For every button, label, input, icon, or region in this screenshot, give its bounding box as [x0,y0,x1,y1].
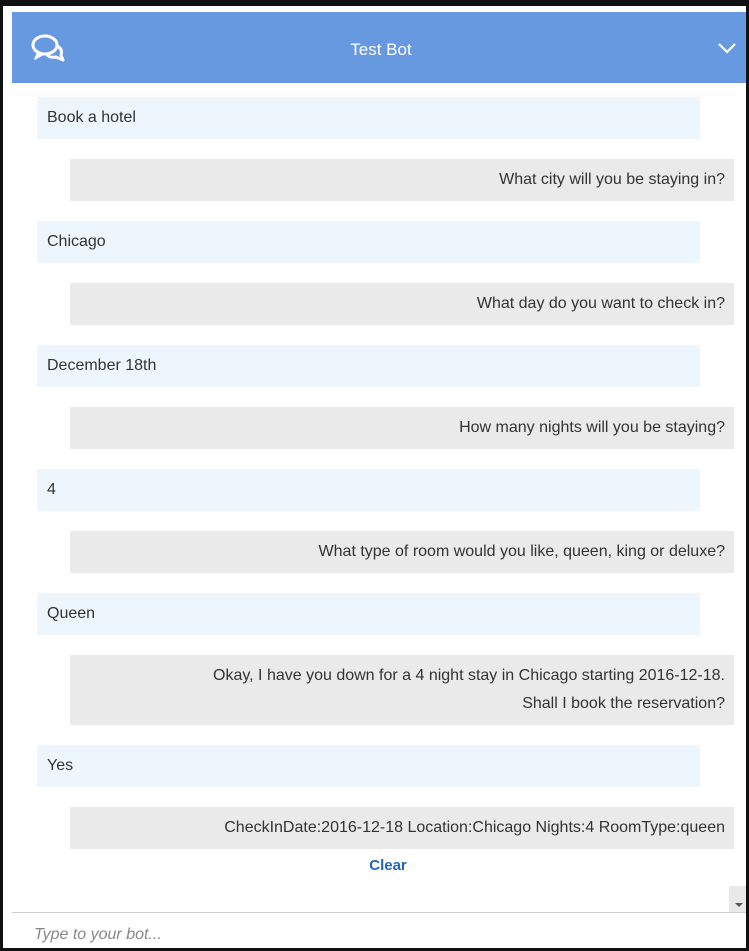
arrow-down-icon [735,903,743,907]
chat-window: Test Bot Book a hotel What city will you… [0,0,749,951]
user-message: Chicago [37,221,700,263]
bot-title: Test Bot [350,40,412,59]
user-message: December 18th [37,345,700,387]
scroll-down-button[interactable] [729,886,746,912]
bot-message: How many nights will you be staying? [70,407,734,449]
clear-button[interactable]: Clear [3,857,746,874]
bot-message: Okay, I have you down for a 4 night stay… [70,655,734,725]
transcript-scrollbar[interactable] [735,83,746,912]
user-message: Yes [37,745,700,787]
bot-message-line: Shall I book the reservation? [522,695,725,712]
bot-message: What type of room would you like, queen,… [70,531,734,573]
bot-message-line: Okay, I have you down for a 4 night stay… [213,667,725,684]
message-input-row [12,912,746,948]
user-message: Queen [37,593,700,635]
chat-transcript[interactable]: Book a hotel What city will you be stayi… [12,83,735,883]
message-input[interactable] [32,921,726,948]
chevron-down-icon[interactable] [716,38,738,58]
bot-message: CheckInDate:2016-12-18 Location:Chicago … [70,807,734,849]
chat-header: Test Bot [12,12,746,83]
user-message: Book a hotel [37,97,700,139]
user-message: 4 [37,469,700,511]
bot-message: What day do you want to check in? [70,283,734,325]
bot-message: What city will you be staying in? [70,159,734,201]
